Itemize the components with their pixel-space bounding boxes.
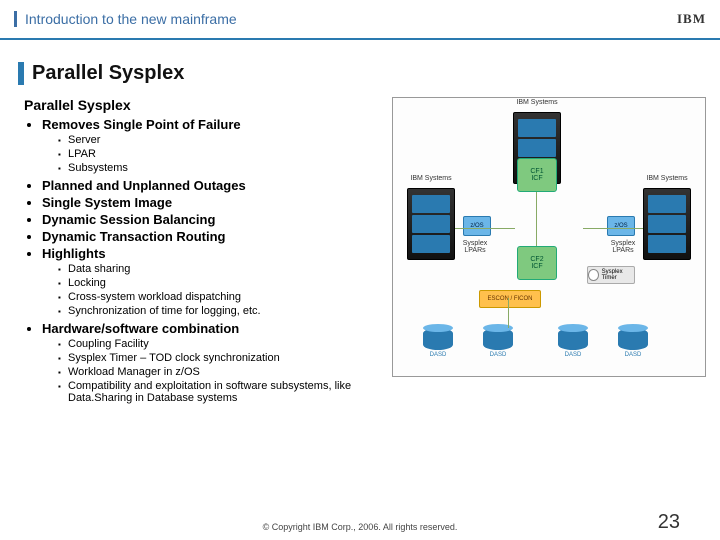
- system-label: IBM Systems: [516, 99, 557, 106]
- bullet-highlights: Highlights Data sharing Locking Cross-sy…: [42, 246, 384, 317]
- sub-item: Coupling Facility: [58, 338, 384, 350]
- lpar-label-left: Sysplex LPARs: [455, 240, 495, 254]
- bullet-removes-spof: Removes Single Point of Failure Server L…: [42, 117, 384, 174]
- dasd: DASD: [558, 328, 588, 354]
- timer-label: Sysplex Timer: [602, 269, 634, 281]
- sub-item: Sysplex Timer – TOD clock synchronizatio…: [58, 352, 384, 364]
- ibm-system-right: IBM Systems: [643, 188, 691, 260]
- escon-box: ESCON / FICON: [479, 290, 541, 308]
- zos-box-left: z/OS: [463, 216, 491, 236]
- subheading: Parallel Sysplex: [24, 97, 384, 113]
- bullet-outages: Planned and Unplanned Outages: [42, 178, 384, 193]
- connector: [583, 228, 643, 229]
- system-label: IBM Systems: [646, 175, 687, 182]
- bullet-label: Highlights: [42, 246, 106, 261]
- dasd-label: DASD: [423, 352, 453, 358]
- sub-item: Data sharing: [58, 263, 384, 275]
- dasd-label: DASD: [618, 352, 648, 358]
- cf-box-top: CF1 ICF: [517, 158, 557, 192]
- clock-icon: [588, 269, 599, 281]
- cf-box-bottom: CF2 ICF: [517, 246, 557, 280]
- cf-label: CF1: [530, 168, 543, 175]
- connector: [536, 192, 537, 246]
- icf-label: ICF: [531, 175, 542, 182]
- sub-item: Server: [58, 134, 384, 146]
- bullet-tx-routing: Dynamic Transaction Routing: [42, 229, 384, 244]
- sub-item: Compatibility and exploitation in softwa…: [58, 380, 384, 404]
- bullet-label: Hardware/software combination: [42, 321, 239, 336]
- bullet-hw-sw: Hardware/software combination Coupling F…: [42, 321, 384, 404]
- ibm-system-left: IBM Systems: [407, 188, 455, 260]
- ibm-logo: IBM: [674, 11, 706, 27]
- dasd: DASD: [423, 328, 453, 354]
- slide-header: Introduction to the new mainframe IBM: [0, 0, 720, 40]
- zos-box-right: z/OS: [607, 216, 635, 236]
- sub-item: Synchronization of time for logging, etc…: [58, 305, 384, 317]
- copyright: © Copyright IBM Corp., 2006. All rights …: [263, 522, 458, 532]
- bullet-session-bal: Dynamic Session Balancing: [42, 212, 384, 227]
- bullet-ssi: Single System Image: [42, 195, 384, 210]
- sysplex-timer: Sysplex Timer: [587, 266, 635, 284]
- logo-text: IBM: [677, 11, 706, 27]
- bullet-label: Removes Single Point of Failure: [42, 117, 241, 132]
- dasd-label: DASD: [483, 352, 513, 358]
- dasd: DASD: [483, 328, 513, 354]
- sub-item: Workload Manager in z/OS: [58, 366, 384, 378]
- connector: [455, 228, 515, 229]
- sub-item: Locking: [58, 277, 384, 289]
- sub-item: Cross-system workload dispatching: [58, 291, 384, 303]
- connector: [508, 298, 509, 328]
- sub-item: Subsystems: [58, 162, 384, 174]
- slide-title: Parallel Sysplex: [18, 62, 720, 85]
- header-title: Introduction to the new mainframe: [14, 11, 237, 27]
- footer: © Copyright IBM Corp., 2006. All rights …: [0, 522, 720, 532]
- page-number: 23: [658, 511, 680, 534]
- dasd-label: DASD: [558, 352, 588, 358]
- lpar-label-right: Sysplex LPARs: [603, 240, 643, 254]
- sysplex-diagram: IBM Systems IBM Systems IBM Systems CF1 …: [392, 97, 706, 377]
- sub-item: LPAR: [58, 148, 384, 160]
- icf-label: ICF: [531, 263, 542, 270]
- system-label: IBM Systems: [410, 175, 451, 182]
- dasd: DASD: [618, 328, 648, 354]
- text-column: Parallel Sysplex Removes Single Point of…: [24, 97, 384, 408]
- cf-label: CF2: [530, 256, 543, 263]
